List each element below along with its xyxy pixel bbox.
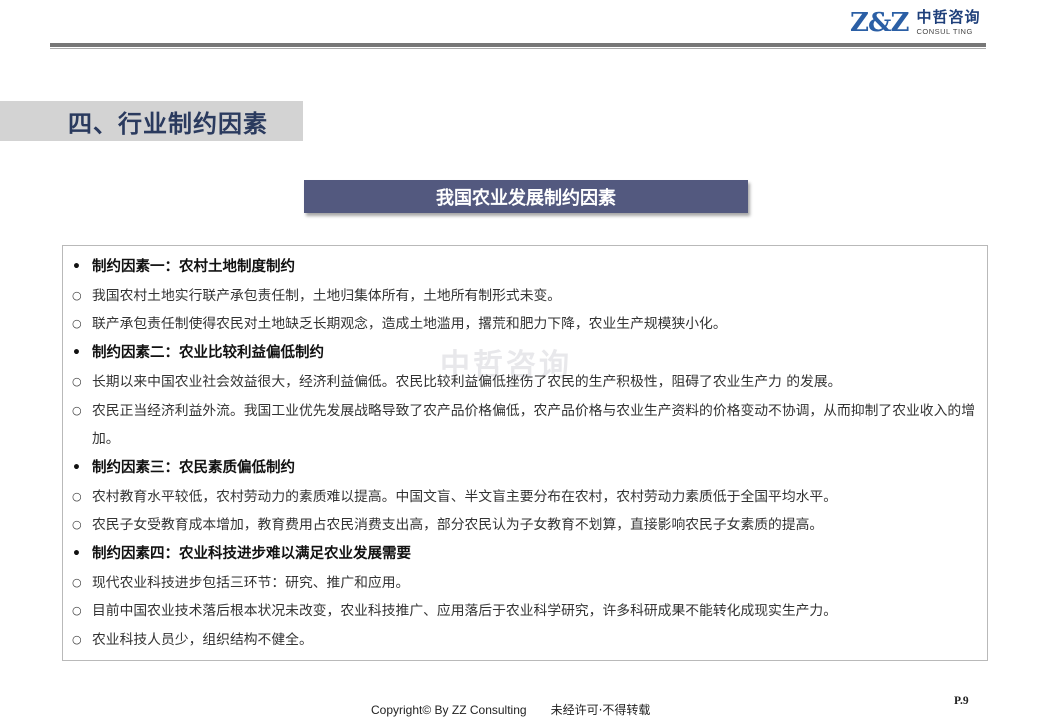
copyright-text: Copyright© By ZZ Consulting	[371, 703, 527, 717]
factor-heading: • 制约因素四：农业科技进步难以满足农业发展需要	[72, 540, 977, 569]
item-text: 制约因素二：农业比较利益偏低制约	[92, 345, 324, 362]
bullet-icon: •	[72, 459, 81, 476]
copyright-note: 未经许可·不得转载	[550, 703, 651, 717]
section-title-bar: 四、行业制约因素	[0, 101, 303, 141]
bullet-icon: •	[72, 259, 81, 275]
logo-text: 中哲咨询 CONSUL TING	[916, 10, 980, 36]
item-text: 目前中国农业技术落后根本状况未改变，农业科技推广、应用落后于农业科学研究，许多科…	[92, 603, 838, 620]
circle-bullet-icon: ○	[72, 317, 82, 331]
logo-chinese-name: 中哲咨询	[916, 8, 981, 27]
item-text: 制约因素一：农村土地制度制约	[92, 259, 295, 275]
item-text: 现代农业科技进步包括三环节：研究、推广和应用。	[92, 574, 410, 591]
header-divider-thin	[50, 48, 986, 49]
factor-heading: • 制约因素一：农村土地制度制约	[72, 253, 977, 282]
page-number: P.9	[954, 695, 969, 707]
factor-detail: ○ 长期以来中国农业社会效益很大，经济利益偏低。农民比较利益偏低挫伤了农民的生产积…	[72, 368, 977, 397]
item-text: 农业科技人员少，组织结构不健全。	[92, 632, 313, 649]
logo-english-name: CONSUL TING	[916, 27, 973, 37]
circle-bullet-icon: ○	[72, 575, 82, 589]
item-text: 农民子女受教育成本增加，教育费用占农民消费支出高，部分农民认为子女教育不划算，直…	[92, 517, 824, 534]
factor-detail: ○ 我国农村土地实行联产承包责任制，土地归集体所有，土地所有制形式未变。	[72, 282, 977, 311]
item-text: 农民正当经济利益外流。我国工业优先发展战略导致了农产品价格偏低，农产品价格与农业…	[92, 402, 975, 448]
item-text: 我国农村土地实行联产承包责任制，土地归集体所有，土地所有制形式未变。	[92, 287, 562, 304]
factor-heading: • 制约因素二：农业比较利益偏低制约	[72, 339, 977, 368]
bullet-icon: •	[72, 546, 81, 563]
item-text: 联产承包责任制使得农民对土地缺乏长期观念，造成土地滥用，撂荒和肥力下降，农业生产…	[92, 316, 727, 333]
factor-heading: • 制约因素三：农民素质偏低制约	[72, 454, 977, 483]
item-text: 制约因素四：农业科技进步难以满足农业发展需要	[92, 546, 411, 563]
factor-detail: ○ 农业科技人员少，组织结构不健全。	[72, 626, 977, 655]
circle-bullet-icon: ○	[72, 403, 82, 417]
circle-bullet-icon: ○	[72, 633, 82, 647]
factor-detail: ○ 现代农业科技进步包括三环节：研究、推广和应用。	[72, 569, 977, 598]
circle-bullet-icon: ○	[72, 489, 82, 503]
factor-detail: ○ 农村教育水平较低，农村劳动力的素质难以提高。中国文盲、半文盲主要分布在农村，农…	[72, 483, 977, 512]
circle-bullet-icon: ○	[72, 374, 82, 388]
item-text: 制约因素三：农民素质偏低制约	[92, 459, 295, 476]
factor-detail: ○ 联产承包责任制使得农民对土地缺乏长期观念，造成土地滥用，撂荒和肥力下降，农业生…	[72, 310, 977, 339]
company-logo: Z&Z 中哲咨询 CONSUL TING	[850, 8, 980, 38]
bullet-icon: •	[72, 345, 81, 362]
header-divider	[50, 43, 986, 47]
circle-bullet-icon: ○	[72, 288, 82, 302]
logo-mark: Z&Z	[850, 8, 909, 38]
circle-bullet-icon: ○	[72, 604, 82, 618]
content-banner-title: 我国农业发展制约因素	[304, 180, 748, 213]
footer: Copyright© By ZZ Consulting 未经许可·不得转载	[371, 701, 650, 718]
item-text: 农村教育水平较低，农村劳动力的素质难以提高。中国文盲、半文盲主要分布在农村，农村…	[92, 488, 838, 505]
factor-detail: ○ 目前中国农业技术落后根本状况未改变，农业科技推广、应用落后于农业科学研究，许多…	[72, 597, 977, 626]
section-title: 四、行业制约因素	[68, 109, 268, 138]
item-text: 长期以来中国农业社会效益很大，经济利益偏低。农民比较利益偏低挫伤了农民的生产积极…	[92, 373, 842, 390]
constraint-factor-list: • 制约因素一：农村土地制度制约 ○ 我国农村土地实行联产承包责任制，土地归集体所有，…	[72, 253, 977, 655]
circle-bullet-icon: ○	[72, 518, 82, 532]
factor-detail: ○ 农民正当经济利益外流。我国工业优先发展战略导致了农产品价格偏低，农产品价格与农…	[72, 397, 977, 454]
factor-detail: ○ 农民子女受教育成本增加，教育费用占农民消费支出高，部分农民认为子女教育不划算，…	[72, 511, 977, 540]
